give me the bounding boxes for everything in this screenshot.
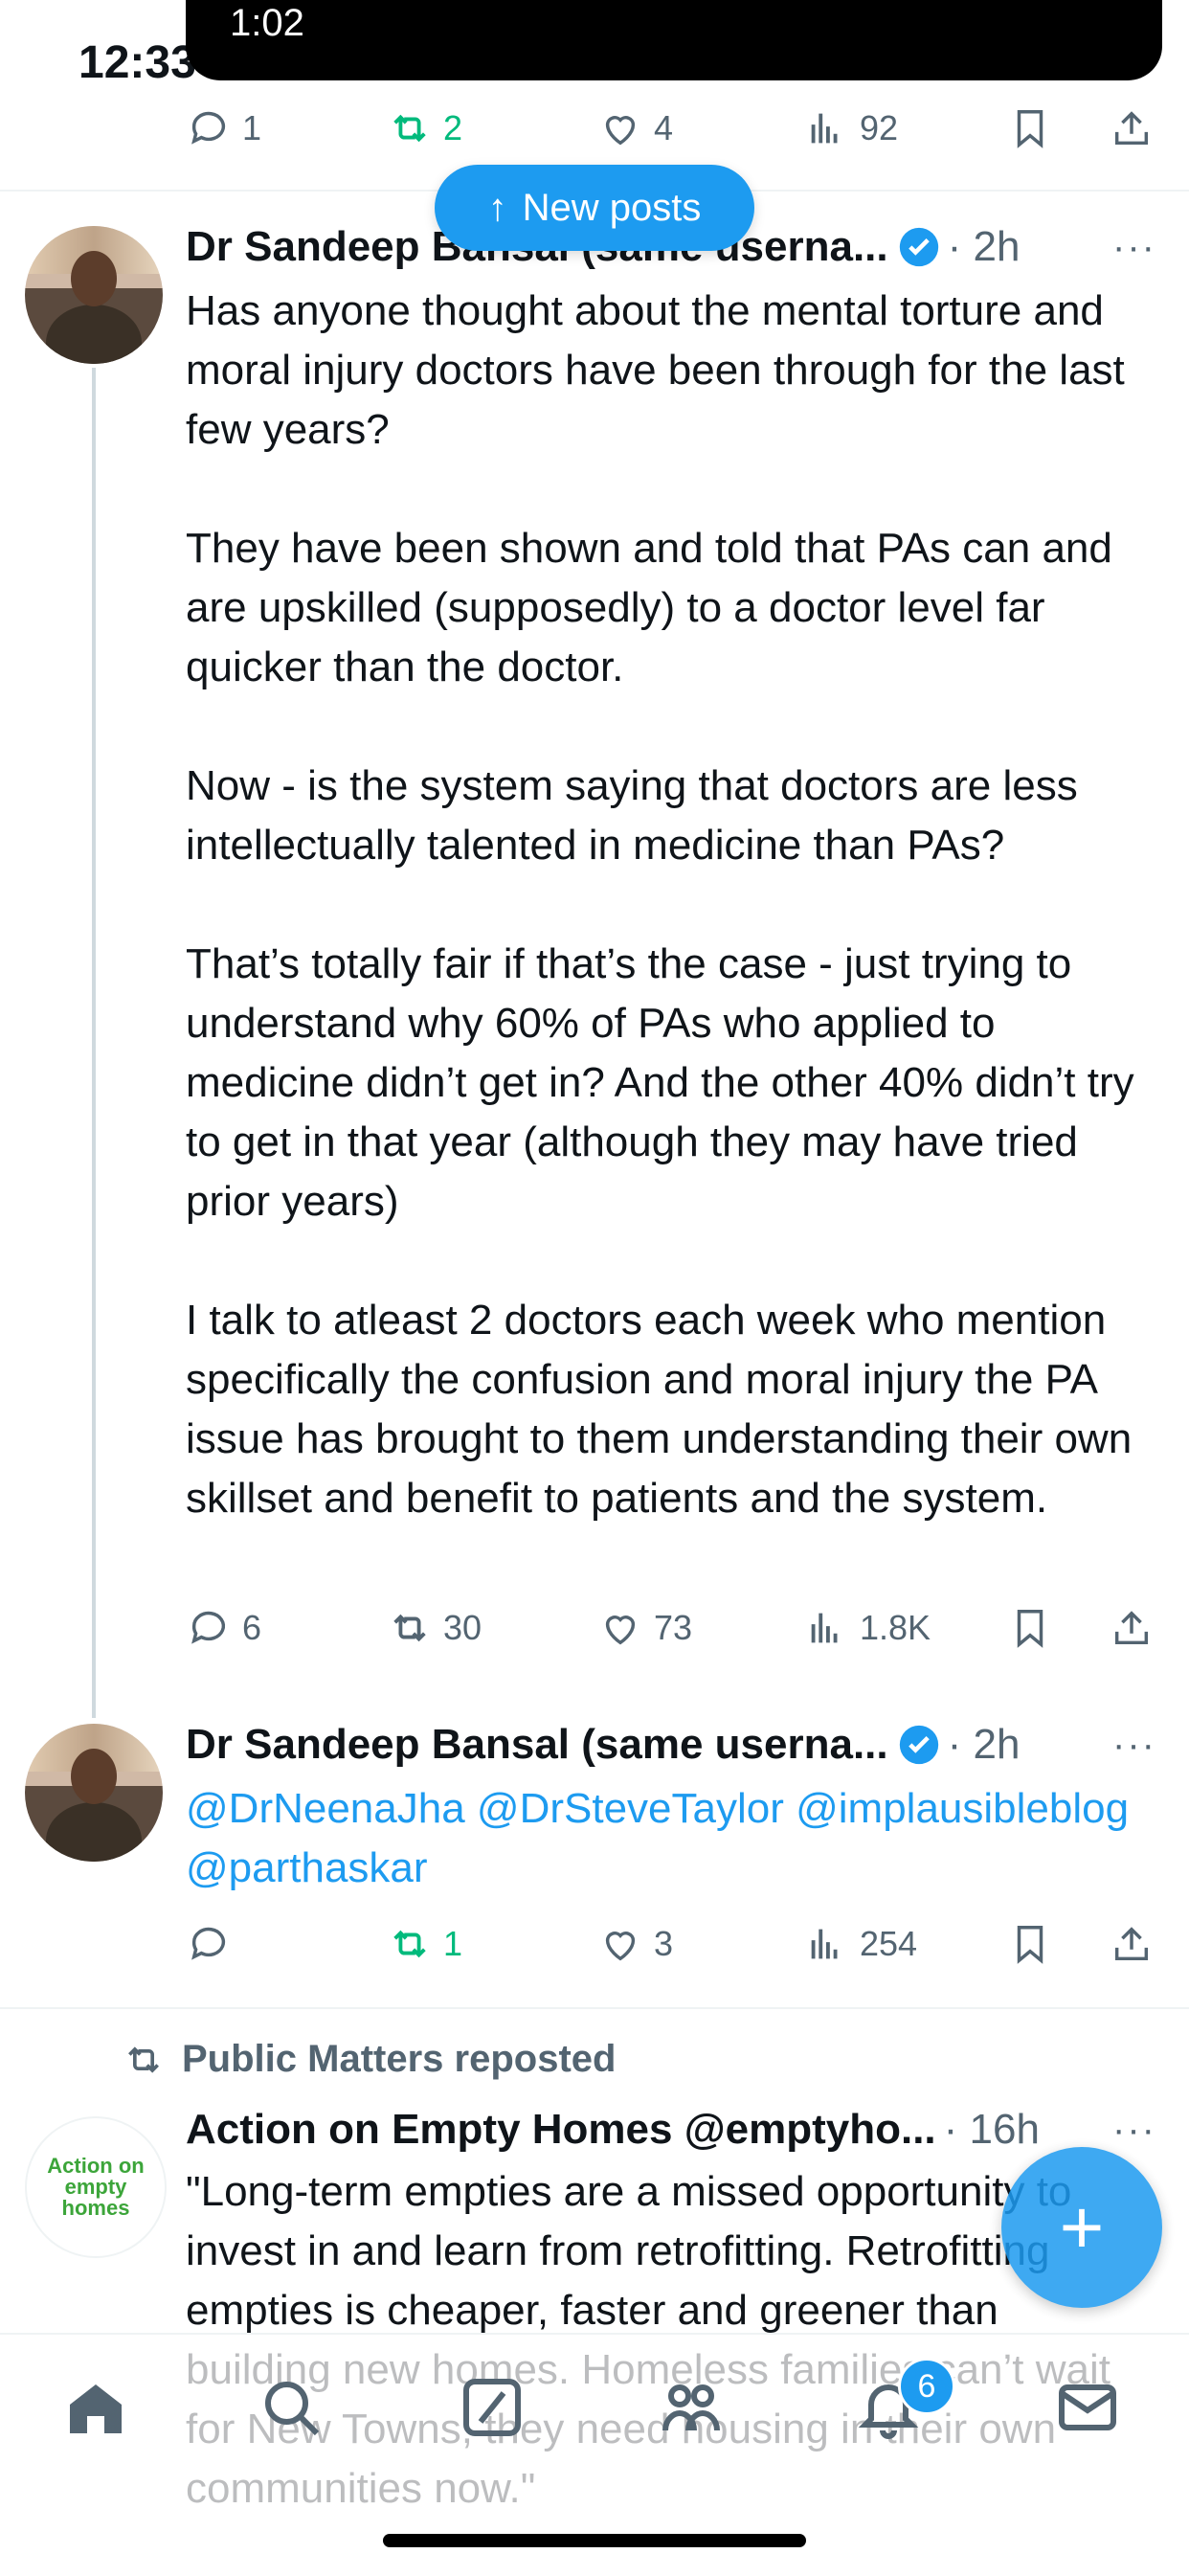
repost-indicator: Public Matters reposted [123,2038,616,2081]
verified-badge-icon [899,1725,938,1765]
home-indicator [383,2534,806,2547]
verified-badge-icon [899,227,938,267]
views-count: 1.8K [860,1608,931,1647]
notification-badge: 6 [898,2358,955,2415]
island-time: 1:02 [230,2,304,44]
repost-button[interactable]: 1 [388,1915,462,1973]
like-count: 73 [654,1608,693,1647]
bookmark-button[interactable] [1008,1599,1064,1657]
share-icon [1114,111,1149,146]
new-posts-label: New posts [522,186,702,229]
analytics-icon [811,1613,838,1643]
bookmark-button[interactable] [1008,100,1064,157]
reply-button[interactable] [187,1915,242,1973]
repost-icon [393,1614,426,1642]
home-icon [70,2384,122,2433]
search-icon [265,2382,320,2436]
tweet-header: Action on Empty Homes @emptyho... · 16h [186,2101,1040,2158]
plus-icon: + [1059,2184,1105,2270]
heart-icon [605,1932,636,1961]
bookmark-icon [1017,1926,1043,1964]
mention-links[interactable]: @DrNeenaJha @DrSteveTaylor @implausibleb… [186,1779,1143,1898]
tab-messages[interactable] [1053,2373,1130,2450]
repost-label[interactable]: Public Matters reposted [182,2038,616,2081]
divider [0,2007,1189,2009]
author-name[interactable]: Dr Sandeep Bansal (same userna... [186,1721,888,1769]
views-count: 254 [860,1924,918,1963]
repost-icon [393,1930,426,1958]
logo-text-line: homes [61,2196,130,2220]
status-time: 12:33 [79,37,196,88]
reply-icon [191,1927,226,1960]
repost-count: 30 [443,1608,482,1647]
repost-button[interactable]: 2 [388,100,462,157]
logo-text-line: empty [64,2175,127,2199]
reply-icon [191,111,226,145]
reply-count: 1 [242,108,262,147]
heart-icon [605,116,636,146]
avatar[interactable] [25,226,163,364]
compose-button[interactable]: + [1001,2147,1162,2308]
reply-count: 6 [242,1608,262,1647]
tab-communities[interactable] [657,2373,733,2450]
share-button[interactable] [1110,1599,1165,1657]
tweet-time: · 2h [947,1721,1021,1768]
tweet-header: Dr Sandeep Bansal (same userna... · 2h [186,1716,1020,1774]
tab-search[interactable] [257,2373,333,2450]
reply-icon [191,1611,226,1644]
author-name[interactable]: Action on Empty Homes @emptyho... [186,2106,936,2154]
bookmark-icon [1017,1610,1043,1648]
more-options-icon[interactable]: ··· [1112,226,1156,269]
repost-button[interactable]: 30 [388,1599,482,1657]
avatar[interactable] [25,1724,163,1862]
top-tweet-actions: 1 2 4 92 [187,100,1163,157]
reply-button[interactable]: 1 [187,100,261,157]
share-icon [1114,1611,1149,1645]
more-options-icon[interactable]: ··· [1112,1724,1156,1767]
new-posts-button[interactable]: ↑ New posts [435,165,754,251]
repost-count: 1 [443,1924,463,1963]
mail-icon [1059,2384,1116,2430]
views-button[interactable]: 254 [804,1915,917,1973]
arrow-up-icon: ↑ [487,186,507,229]
tab-grok[interactable] [458,2373,534,2450]
reply-button[interactable]: 6 [187,1599,261,1657]
tweet-actions: 1 3 254 [187,1915,1163,1973]
bookmark-icon [1017,110,1043,148]
more-options-icon[interactable]: ··· [1112,2109,1156,2152]
share-button[interactable] [1110,100,1165,157]
avatar[interactable]: Action on empty homes [25,2116,167,2258]
bookmark-button[interactable] [1008,1915,1064,1973]
analytics-icon [811,113,838,144]
tweet-time: · 2h [947,223,1021,270]
tweet-time: · 16h [943,2106,1040,2153]
views-button[interactable]: 92 [804,100,898,157]
like-count: 3 [654,1924,674,1963]
like-button[interactable]: 4 [598,100,673,157]
repost-icon [393,114,426,143]
repost-count: 2 [443,108,463,147]
share-icon [1114,1927,1149,1961]
like-count: 4 [654,108,674,147]
heart-icon [605,1616,636,1645]
grok-icon [463,2379,521,2436]
like-button[interactable]: 73 [598,1599,692,1657]
analytics-icon [811,1929,838,1959]
repost-icon [128,2045,159,2073]
like-button[interactable]: 3 [598,1915,673,1973]
tab-home[interactable] [61,2373,138,2450]
views-button[interactable]: 1.8K [804,1599,931,1657]
dynamic-island [186,0,1162,80]
tweet-actions: 6 30 73 1.8K [187,1599,1163,1657]
thread-line [92,368,96,1718]
logo-text-line: Action on [47,2154,145,2178]
views-count: 92 [860,108,899,147]
communities-icon [662,2384,720,2431]
share-button[interactable] [1110,1915,1165,1973]
tweet-text: Has anyone thought about the mental tort… [186,287,1134,1522]
